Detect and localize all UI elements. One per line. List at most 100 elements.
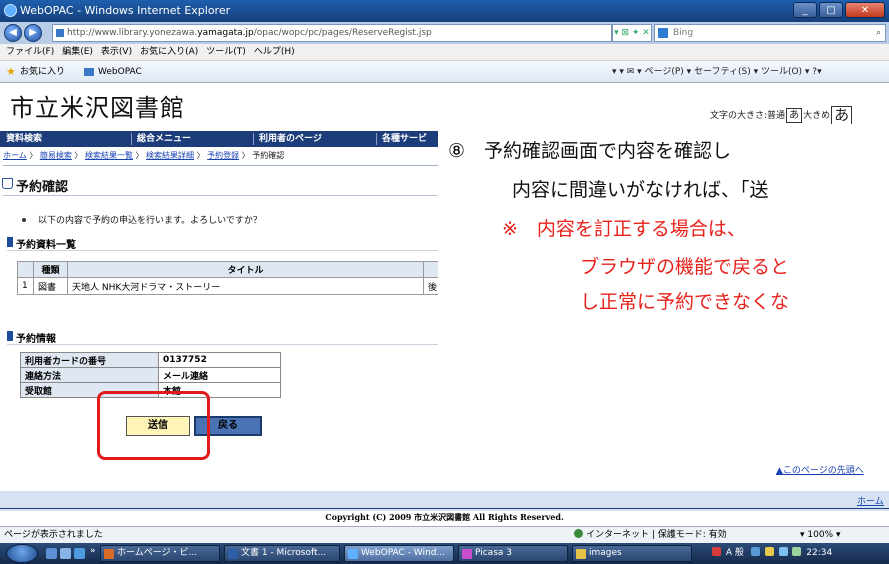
task-webopac-icon — [348, 549, 358, 559]
font-large-button[interactable]: あ — [831, 106, 853, 125]
forward-arrow-icon[interactable]: ▶ — [24, 24, 42, 42]
breadcrumb-divider — [3, 165, 438, 166]
section-divider — [7, 344, 438, 345]
tray-ime-icon[interactable] — [750, 547, 760, 556]
table-row: 1 図書 天地人 NHK大河ドラマ・ストーリー 後 — [17, 277, 443, 295]
menu-tools[interactable]: ツール(T) — [206, 44, 246, 60]
bullet-icon — [22, 218, 26, 222]
task-homepage[interactable]: ホームページ・ビ... — [100, 545, 220, 562]
show-desktop-icon[interactable] — [46, 548, 57, 559]
maximize-icon[interactable]: □ — [819, 2, 843, 18]
favorites-star-icon[interactable]: ★ — [6, 61, 16, 83]
window-controls: _ □ ✕ — [793, 2, 885, 20]
tray-network-icon[interactable] — [778, 547, 788, 556]
task-homepage-label: ホームページ・ビ... — [117, 548, 198, 558]
info-label-card: 利用者カードの番号 — [20, 352, 159, 368]
status-bar: ページが表示されました インターネット | 保護モード: 有効 ▾ 100% ▾ — [0, 526, 889, 543]
favorites-button[interactable]: お気に入り — [20, 61, 65, 83]
breadcrumb-separator: 〉 — [74, 151, 83, 160]
globe-icon — [574, 529, 583, 538]
info-label-contact: 連絡方法 — [20, 367, 159, 383]
task-word-label: 文書 1 - Microsoft... — [241, 548, 327, 558]
address-bar[interactable]: http://www.library.yonezawa.yamagata.jp/… — [52, 24, 612, 42]
menu-favorites[interactable]: お気に入り(A) — [140, 44, 198, 60]
nav-tab-services[interactable]: 各種サービ — [382, 131, 427, 147]
info-value-contact: メール連絡 — [158, 367, 281, 383]
task-webopac-label: WebOPAC - Wind... — [361, 548, 446, 558]
breadcrumb-reserve[interactable]: 予約登録 — [207, 151, 239, 160]
tray-help-icon[interactable] — [764, 547, 774, 556]
col-no — [17, 261, 34, 278]
search-box[interactable]: Bing ⌕ — [654, 24, 886, 42]
font-large-label: 大きめ — [803, 111, 831, 121]
task-images[interactable]: images — [572, 545, 692, 562]
breadcrumb-detail[interactable]: 検索結果詳細 — [146, 151, 194, 160]
back-arrow-icon[interactable]: ◀ — [4, 24, 22, 42]
col-type: 種類 — [33, 261, 68, 278]
window-title: WebOPAC - Windows Internet Explorer — [20, 4, 231, 17]
url-suffix: /opac/wopc/pc/pages/ReserveRegist.jsp — [253, 28, 432, 38]
minimize-icon[interactable]: _ — [793, 2, 817, 18]
nav-separator — [253, 133, 254, 145]
url-domain: yamagata.jp — [197, 28, 254, 38]
close-icon[interactable]: ✕ — [845, 2, 885, 18]
menu-file[interactable]: ファイル(F) — [6, 44, 54, 60]
address-tools[interactable]: ▾ ⊠ ✦ ✕ — [612, 24, 652, 42]
start-button[interactable] — [6, 544, 38, 563]
info-section-heading: 予約情報 — [7, 330, 56, 345]
command-bar[interactable]: ▾ ▾ ✉ ▾ ページ(P) ▾ セーフティ(S) ▾ ツール(O) ▾ ?▾ — [612, 61, 822, 83]
quick-launch-icon[interactable] — [60, 548, 71, 559]
zoom-control[interactable]: ▾ 100% ▾ — [800, 527, 841, 543]
nav-tab-menu[interactable]: 総合メニュー — [137, 131, 191, 147]
menu-edit[interactable]: 編集(E) — [62, 44, 93, 60]
menu-bar: ファイル(F) 編集(E) 表示(V) お気に入り(A) ツール(T) ヘルプ(… — [0, 44, 889, 61]
nav-tab-search[interactable]: 資料検索 — [6, 131, 42, 147]
breadcrumb-separator: 〉 — [196, 151, 205, 160]
breadcrumb-separator: 〉 — [135, 151, 144, 160]
system-tray: A 般 22:34 — [712, 545, 887, 562]
instruction-line-1: ⑧ 予約確認画面で内容を確認し — [448, 140, 732, 162]
security-zone-text: インターネット | 保護モード: 有効 — [586, 530, 727, 540]
footer-home-link[interactable]: ホーム — [857, 494, 884, 507]
row-type: 図書 — [33, 277, 68, 295]
window-title-bar: WebOPAC - Windows Internet Explorer _ □ … — [0, 0, 889, 22]
breadcrumb-results[interactable]: 検索結果一覧 — [85, 151, 133, 160]
section-divider — [7, 250, 438, 251]
breadcrumb-separator: 〉 — [29, 151, 38, 160]
ime-indicator[interactable]: A 般 — [726, 548, 744, 558]
task-picasa-icon — [462, 549, 472, 559]
red-highlight-box — [97, 391, 210, 460]
instruction-overlay: ⑧ 予約確認画面で内容を確認し 内容に間違いがなければ、「送 ※ 内容を訂正する… — [438, 124, 889, 313]
font-size-switcher: 文字の大きさ:普通あ大きめあ — [710, 106, 853, 125]
menu-view[interactable]: 表示(V) — [101, 44, 132, 60]
nav-tab-user[interactable]: 利用者のページ — [259, 131, 322, 147]
copyright-suffix: All Rights Reserved. — [470, 512, 564, 522]
menu-help[interactable]: ヘルプ(H) — [254, 44, 295, 60]
search-icon[interactable]: ⌕ — [876, 25, 881, 41]
task-picasa[interactable]: Picasa 3 — [458, 545, 568, 562]
breadcrumb-home[interactable]: ホーム — [3, 151, 27, 160]
task-word[interactable]: 文書 1 - Microsoft... — [224, 545, 340, 562]
tray-security-icon[interactable] — [712, 547, 721, 556]
table-row: 連絡方法 メール連絡 — [20, 367, 281, 383]
footer-divider — [0, 508, 889, 509]
font-normal-button[interactable]: あ — [786, 108, 803, 123]
nav-separator — [376, 133, 377, 145]
task-images-icon — [576, 549, 586, 559]
task-webopac[interactable]: WebOPAC - Wind... — [344, 545, 454, 562]
breadcrumb: ホーム 〉 簡易検索 〉 検索結果一覧 〉 検索結果詳細 〉 予約登録 〉 予約… — [3, 150, 284, 161]
task-picasa-label: Picasa 3 — [475, 548, 512, 558]
ie-logo-icon — [4, 4, 17, 17]
to-top-link[interactable]: ▲このページの先頭へ — [776, 463, 864, 476]
status-text: ページが表示されました — [4, 530, 103, 540]
browser-tab[interactable]: WebOPAC — [98, 61, 142, 83]
tab-icon — [84, 68, 94, 76]
ie-quick-launch-icon[interactable] — [74, 548, 85, 559]
tray-volume-icon[interactable] — [792, 547, 802, 556]
quick-launch-overflow-icon[interactable]: » — [90, 546, 96, 556]
tray-clock[interactable]: 22:34 — [806, 548, 832, 558]
instruction-note-1: ※ 内容を訂正する場合は、 — [502, 218, 746, 240]
font-normal-label: 普通 — [767, 111, 786, 121]
breadcrumb-simple-search[interactable]: 簡易検索 — [40, 151, 72, 160]
site-title[interactable]: 市立米沢図書館 — [10, 88, 185, 123]
